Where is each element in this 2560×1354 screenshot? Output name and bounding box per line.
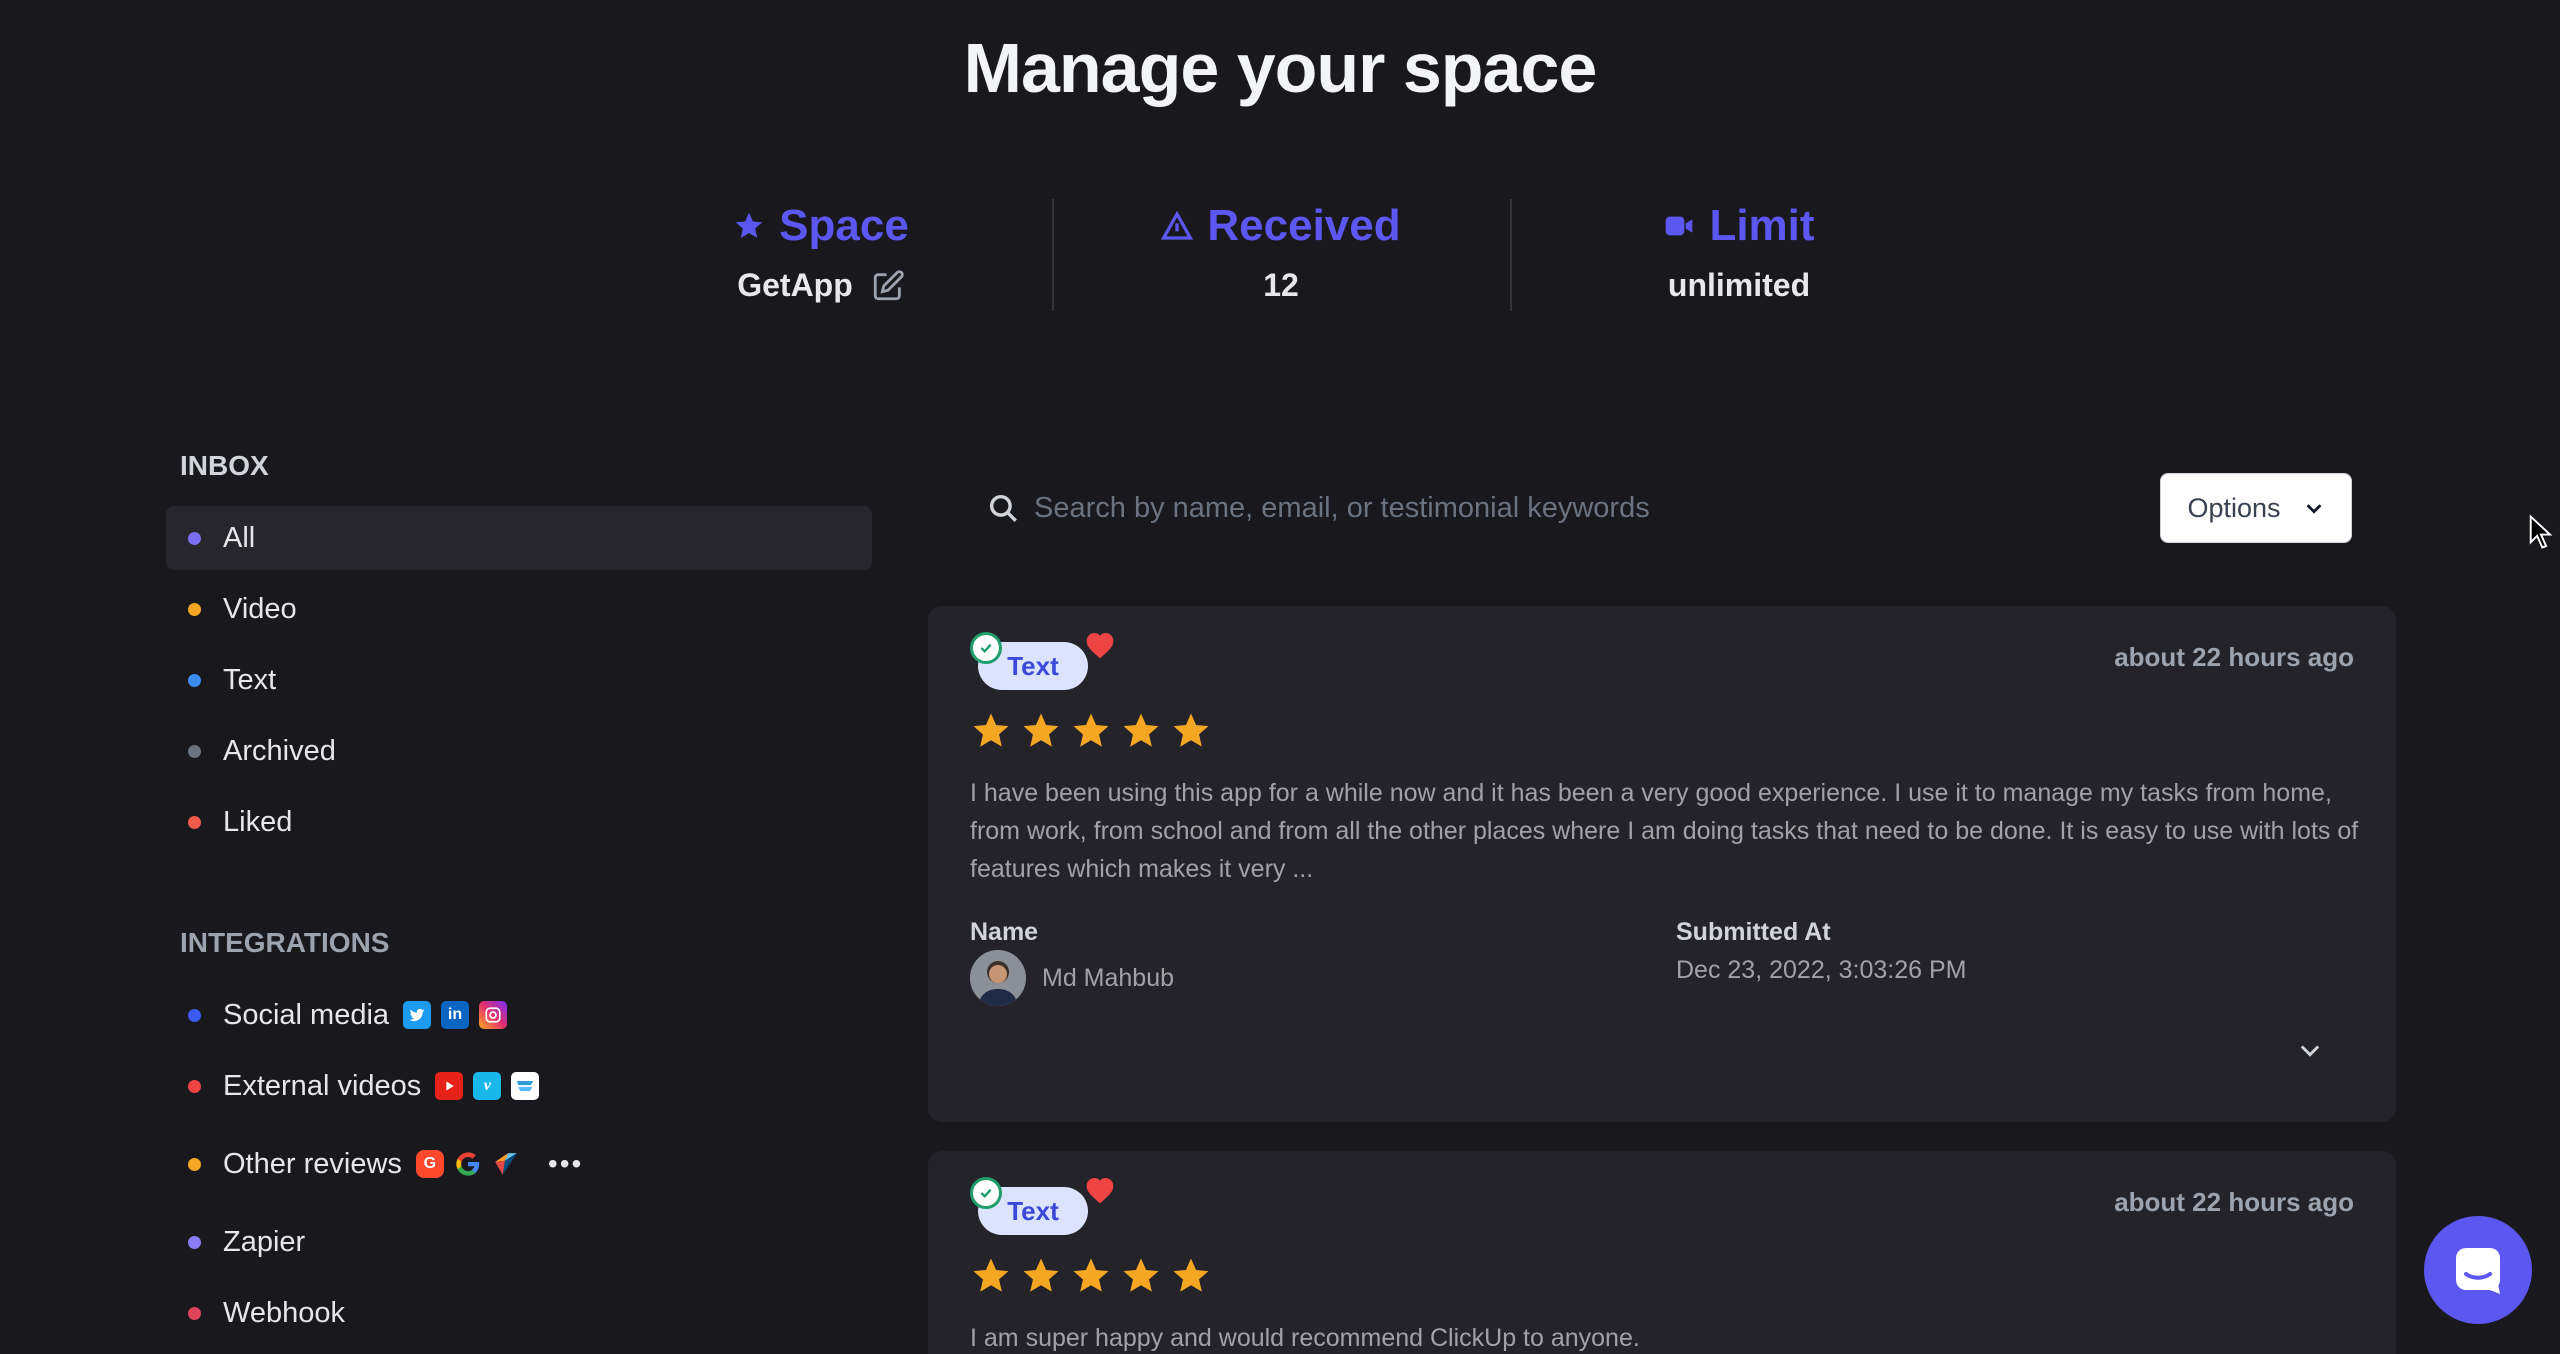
status-dot: [188, 531, 201, 545]
search-input[interactable]: [1034, 491, 2134, 525]
stat-limit: Limit unlimited: [1574, 195, 1904, 304]
heart-icon[interactable]: [1084, 1175, 1116, 1205]
status-dot: [188, 602, 201, 616]
warning-triangle-icon: [1161, 210, 1194, 240]
sidebar-item-label: Liked: [223, 805, 293, 838]
status-dot: [188, 1079, 201, 1093]
wistia-icon: [511, 1072, 540, 1100]
google-icon: [454, 1150, 482, 1178]
check-circle-icon: [970, 632, 1002, 664]
status-dot: [188, 1235, 201, 1249]
stat-divider: [1510, 199, 1512, 311]
youtube-icon: [435, 1072, 464, 1100]
sidebar-item-archived[interactable]: Archived: [166, 719, 872, 783]
video-camera-icon: [1666, 216, 1693, 236]
stat-received: Received 12: [1116, 195, 1446, 304]
sidebar-item-zapier[interactable]: Zapier: [166, 1210, 872, 1274]
sidebar-item-social-media[interactable]: Social media in: [166, 983, 872, 1047]
limit-value: unlimited: [1667, 267, 1811, 303]
review-text: I am super happy and would recommend Cli…: [970, 1324, 1640, 1352]
sidebar-item-webhook[interactable]: Webhook: [166, 1281, 872, 1345]
testimonial-card[interactable]: Text about 22 hours ago I am super happy…: [928, 1151, 2396, 1354]
timestamp: about 22 hours ago: [2114, 1187, 2354, 1217]
edit-icon[interactable]: [871, 269, 905, 303]
star-icon: [1073, 1258, 1109, 1292]
chevron-down-icon[interactable]: [2296, 1036, 2324, 1064]
star-icon: [735, 212, 763, 238]
stat-limit-label: Limit: [1709, 201, 1815, 250]
star-icon: [1173, 713, 1209, 747]
star-icon: [1073, 713, 1109, 747]
integrations-title: INTEGRATIONS: [180, 927, 390, 958]
options-dropdown[interactable]: Options: [2160, 473, 2352, 543]
submitted-date: Dec 23, 2022, 3:03:26 PM: [1676, 956, 1967, 984]
sidebar-item-label: Social media: [223, 998, 390, 1031]
status-dot: [188, 815, 201, 829]
stat-space-label: Space: [779, 201, 909, 250]
instagram-icon: [479, 1001, 508, 1029]
search-bar: [986, 478, 2146, 538]
status-dot: [188, 1306, 201, 1320]
timestamp: about 22 hours ago: [2114, 642, 2354, 672]
sidebar-item-label: External videos: [223, 1069, 422, 1102]
inbox-title: INBOX: [180, 450, 269, 481]
status-dot: [188, 744, 201, 758]
sidebar-item-all[interactable]: All: [166, 506, 872, 570]
star-rating: [970, 1255, 1212, 1297]
sidebar-item-label: Archived: [223, 734, 336, 767]
chevron-down-icon: [2306, 504, 2321, 514]
submitted-label: Submitted At: [1676, 918, 1831, 946]
more-icon[interactable]: •••: [548, 1148, 583, 1180]
status-dot: [188, 1008, 201, 1022]
testimonial-card[interactable]: Text about 22 hours ago I have been usin…: [928, 606, 2396, 1122]
sidebar: INBOX All Video Text Archived Liked INTE…: [166, 440, 872, 1352]
vimeo-icon: v: [473, 1072, 502, 1100]
avatar: [970, 950, 1026, 1006]
sidebar-item-external-videos[interactable]: External videos v: [166, 1054, 872, 1118]
heart-icon[interactable]: [1084, 630, 1116, 660]
sidebar-item-other-reviews[interactable]: Other reviews G •••: [166, 1125, 872, 1203]
star-icon: [973, 713, 1009, 747]
space-stats: Space GetApp Received 12 Limit unlimited: [0, 195, 2560, 315]
mouse-cursor-icon: [2529, 514, 2553, 549]
reviewer-name: Md Mahbub: [1042, 964, 1175, 992]
sidebar-item-text[interactable]: Text: [166, 648, 872, 712]
page-title: Manage your space: [963, 29, 1598, 107]
sidebar-item-label: Text: [223, 663, 277, 696]
name-label: Name: [970, 918, 1039, 946]
check-circle-icon: [970, 1177, 1002, 1209]
search-icon: [989, 494, 1017, 522]
stat-divider: [1052, 199, 1054, 311]
sidebar-item-label: Other reviews: [223, 1147, 402, 1180]
star-icon: [1023, 1258, 1059, 1292]
space-name: GetApp: [737, 267, 853, 303]
capterra-icon: [492, 1150, 520, 1178]
linkedin-icon: in: [441, 1001, 470, 1029]
options-label: Options: [2187, 492, 2281, 523]
star-icon: [1023, 713, 1059, 747]
star-icon: [1123, 1258, 1159, 1292]
twitter-icon: [403, 1001, 432, 1029]
chat-icon: [2456, 1248, 2500, 1294]
review-text: I have been using this app for a while n…: [970, 779, 2359, 883]
g2-icon: G: [415, 1150, 444, 1178]
sidebar-item-label: All: [223, 521, 256, 554]
stat-received-label: Received: [1207, 201, 1401, 250]
sidebar-item-video[interactable]: Video: [166, 577, 872, 641]
chat-launcher-button[interactable]: [2424, 1216, 2532, 1324]
star-icon: [1123, 713, 1159, 747]
sidebar-item-label: Webhook: [223, 1296, 345, 1329]
sidebar-item-label: Video: [223, 592, 297, 625]
sidebar-item-liked[interactable]: Liked: [166, 790, 872, 854]
star-icon: [973, 1258, 1009, 1292]
status-dot: [188, 673, 201, 687]
received-count: 12: [1263, 267, 1299, 303]
star-icon: [1173, 1258, 1209, 1292]
status-dot: [188, 1157, 201, 1171]
sidebar-item-label: Zapier: [223, 1225, 306, 1258]
stat-space: Space GetApp: [656, 195, 986, 304]
star-rating: [970, 710, 1212, 752]
